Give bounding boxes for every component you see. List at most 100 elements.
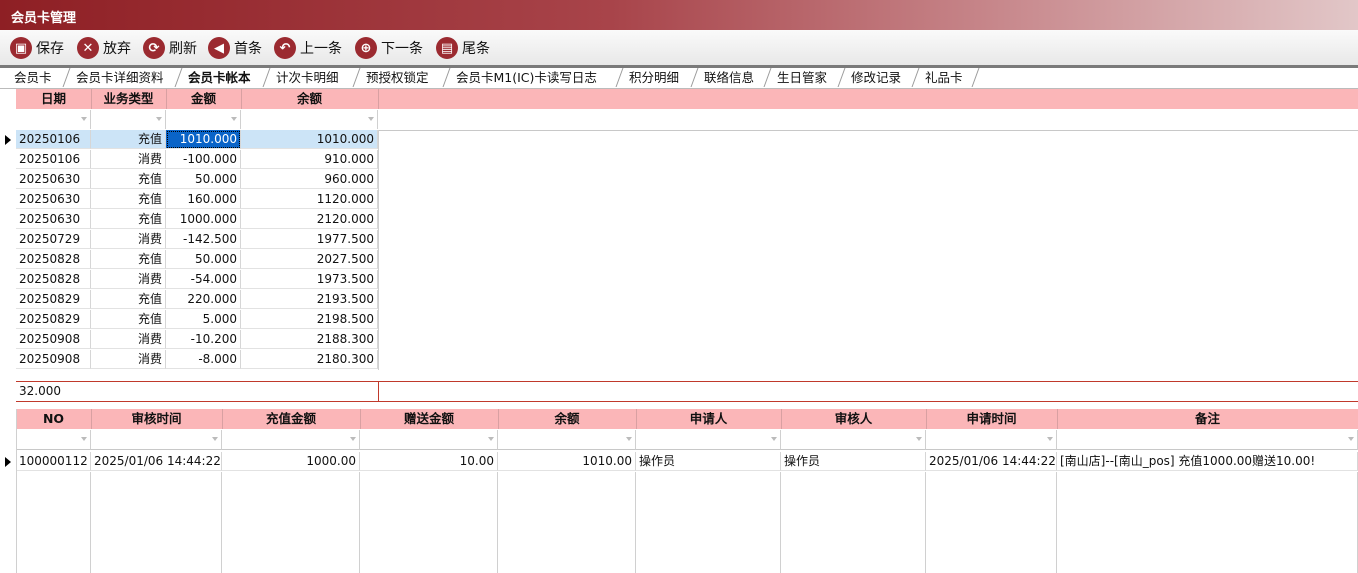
ledger-cell[interactable]: -8.000 [166, 350, 241, 369]
ledger-filter-cell[interactable] [166, 110, 241, 129]
ledger-cell[interactable]: 910.000 [241, 150, 378, 169]
detail-cell[interactable]: 2025/01/06 14:44:22 [926, 452, 1057, 471]
tab-8[interactable]: 生日管家 [763, 68, 846, 87]
ledger-cell[interactable]: 消费 [91, 270, 166, 289]
toolbar-button-6[interactable]: ▤ 尾条 [436, 35, 490, 61]
ledger-cell[interactable]: 20250630 [16, 190, 91, 209]
ledger-cell[interactable]: 20250630 [16, 170, 91, 189]
ledger-cell[interactable]: 20250828 [16, 250, 91, 269]
detail-column-header[interactable]: 审核人 [781, 409, 927, 429]
ledger-cell[interactable]: -142.500 [166, 230, 241, 249]
detail-cell[interactable]: [南山店]--[南山_pos] 充值1000.00赠送10.00! [1057, 452, 1358, 471]
ledger-cell[interactable]: 充值 [91, 290, 166, 309]
detail-filter-cell[interactable] [926, 430, 1057, 450]
detail-filter-cell[interactable] [781, 430, 926, 450]
toolbar-button-2[interactable]: ⟳ 刷新 [143, 35, 197, 61]
ledger-cell[interactable]: 5.000 [166, 310, 241, 329]
ledger-cell[interactable]: 20250829 [16, 290, 91, 309]
ledger-cell[interactable]: 充值 [91, 170, 166, 189]
ledger-cell[interactable]: 消费 [91, 150, 166, 169]
detail-column-header[interactable]: 审核时间 [91, 409, 223, 429]
ledger-column-header[interactable]: 金额 [166, 89, 242, 109]
ledger-cell[interactable]: 2193.500 [241, 290, 378, 309]
ledger-cell[interactable]: 1010.000 [166, 130, 241, 149]
detail-column-header[interactable]: 申请时间 [926, 409, 1058, 429]
ledger-cell[interactable]: 20250829 [16, 310, 91, 329]
ledger-cell[interactable]: 20250729 [16, 230, 91, 249]
detail-cell[interactable]: 1010.00 [498, 452, 636, 471]
ledger-cell[interactable]: -100.000 [166, 150, 241, 169]
detail-cell[interactable]: 1000.00 [222, 452, 360, 471]
ledger-column-header[interactable]: 余额 [241, 89, 379, 109]
ledger-cell[interactable]: 充值 [91, 210, 166, 229]
tab-5[interactable]: 会员卡M1(IC)卡读写日志 [442, 68, 624, 87]
detail-column-header[interactable]: 赠送金额 [360, 409, 499, 429]
ledger-cell[interactable]: 20250908 [16, 330, 91, 349]
detail-filter-cell[interactable] [91, 430, 222, 450]
ledger-cell[interactable]: 1000.000 [166, 210, 241, 229]
ledger-cell[interactable]: 2188.300 [241, 330, 378, 349]
toolbar-button-3[interactable]: ◀ 首条 [208, 35, 262, 61]
ledger-cell[interactable]: 50.000 [166, 170, 241, 189]
ledger-cell[interactable]: 充值 [91, 130, 166, 149]
ledger-cell[interactable]: -10.200 [166, 330, 241, 349]
detail-cell[interactable]: 操作员 [636, 452, 781, 471]
tab-2[interactable]: 会员卡帐本 [174, 68, 271, 87]
ledger-cell[interactable]: 消费 [91, 330, 166, 349]
detail-filter-cell[interactable] [1057, 430, 1358, 450]
tab-1[interactable]: 会员卡详细资料 [62, 68, 183, 87]
toolbar-button-1[interactable]: ✕ 放弃 [77, 35, 131, 61]
detail-filter-cell[interactable] [16, 430, 91, 450]
ledger-cell[interactable]: 消费 [91, 230, 166, 249]
detail-column-header[interactable]: 申请人 [636, 409, 782, 429]
ledger-cell[interactable]: 充值 [91, 310, 166, 329]
ledger-cell[interactable]: 2120.000 [241, 210, 378, 229]
tab-3[interactable]: 计次卡明细 [262, 68, 361, 87]
tab-6[interactable]: 积分明细 [615, 68, 699, 87]
tab-10[interactable]: 礼品卡 [911, 68, 980, 87]
detail-filter-cell[interactable] [360, 430, 498, 450]
ledger-cell[interactable]: -54.000 [166, 270, 241, 289]
detail-filter-cell[interactable] [498, 430, 636, 450]
detail-filter-cell[interactable] [636, 430, 781, 450]
ledger-cell[interactable]: 充值 [91, 190, 166, 209]
ledger-cell[interactable]: 2180.300 [241, 350, 378, 369]
ledger-cell[interactable]: 消费 [91, 350, 166, 369]
ledger-cell[interactable]: 1120.000 [241, 190, 378, 209]
detail-cell[interactable]: 100000112 [16, 452, 91, 471]
ledger-column-header[interactable]: 日期 [16, 89, 92, 109]
ledger-cell[interactable]: 960.000 [241, 170, 378, 189]
ledger-cell[interactable]: 20250630 [16, 210, 91, 229]
detail-cell[interactable]: 2025/01/06 14:44:22 [91, 452, 222, 471]
ledger-cell[interactable]: 20250106 [16, 130, 91, 149]
ledger-column-header[interactable]: 业务类型 [91, 89, 167, 109]
tab-4[interactable]: 预授权锁定 [352, 68, 451, 87]
toolbar-button-4[interactable]: ↶ 上一条 [274, 35, 342, 61]
toolbar-button-0[interactable]: ▣ 保存 [10, 35, 64, 61]
ledger-cell[interactable]: 2027.500 [241, 250, 378, 269]
detail-column-header[interactable]: 余额 [498, 409, 637, 429]
detail-column-header[interactable]: 充值金额 [222, 409, 361, 429]
ledger-cell[interactable]: 50.000 [166, 250, 241, 269]
tab-9[interactable]: 修改记录 [837, 68, 920, 87]
ledger-filter-cell[interactable] [91, 110, 166, 129]
detail-cell[interactable]: 10.00 [360, 452, 498, 471]
ledger-cell[interactable]: 1973.500 [241, 270, 378, 289]
ledger-filter-cell[interactable] [241, 110, 378, 129]
detail-column-header[interactable]: 备注 [1057, 409, 1358, 429]
ledger-cell[interactable]: 20250908 [16, 350, 91, 369]
ledger-cell[interactable]: 160.000 [166, 190, 241, 209]
ledger-cell[interactable]: 20250828 [16, 270, 91, 289]
ledger-cell[interactable]: 20250106 [16, 150, 91, 169]
ledger-cell[interactable]: 1010.000 [241, 130, 378, 149]
ledger-cell[interactable]: 220.000 [166, 290, 241, 309]
detail-filter-cell[interactable] [222, 430, 360, 450]
detail-column-header[interactable]: NO [16, 409, 92, 429]
ledger-cell[interactable]: 2198.500 [241, 310, 378, 329]
toolbar-button-5[interactable]: ⊕ 下一条 [355, 35, 423, 61]
ledger-cell[interactable]: 充值 [91, 250, 166, 269]
tab-7[interactable]: 联络信息 [690, 68, 772, 87]
detail-cell[interactable]: 操作员 [781, 452, 926, 471]
tab-0[interactable]: 会员卡 [0, 68, 71, 87]
ledger-cell[interactable]: 1977.500 [241, 230, 378, 249]
